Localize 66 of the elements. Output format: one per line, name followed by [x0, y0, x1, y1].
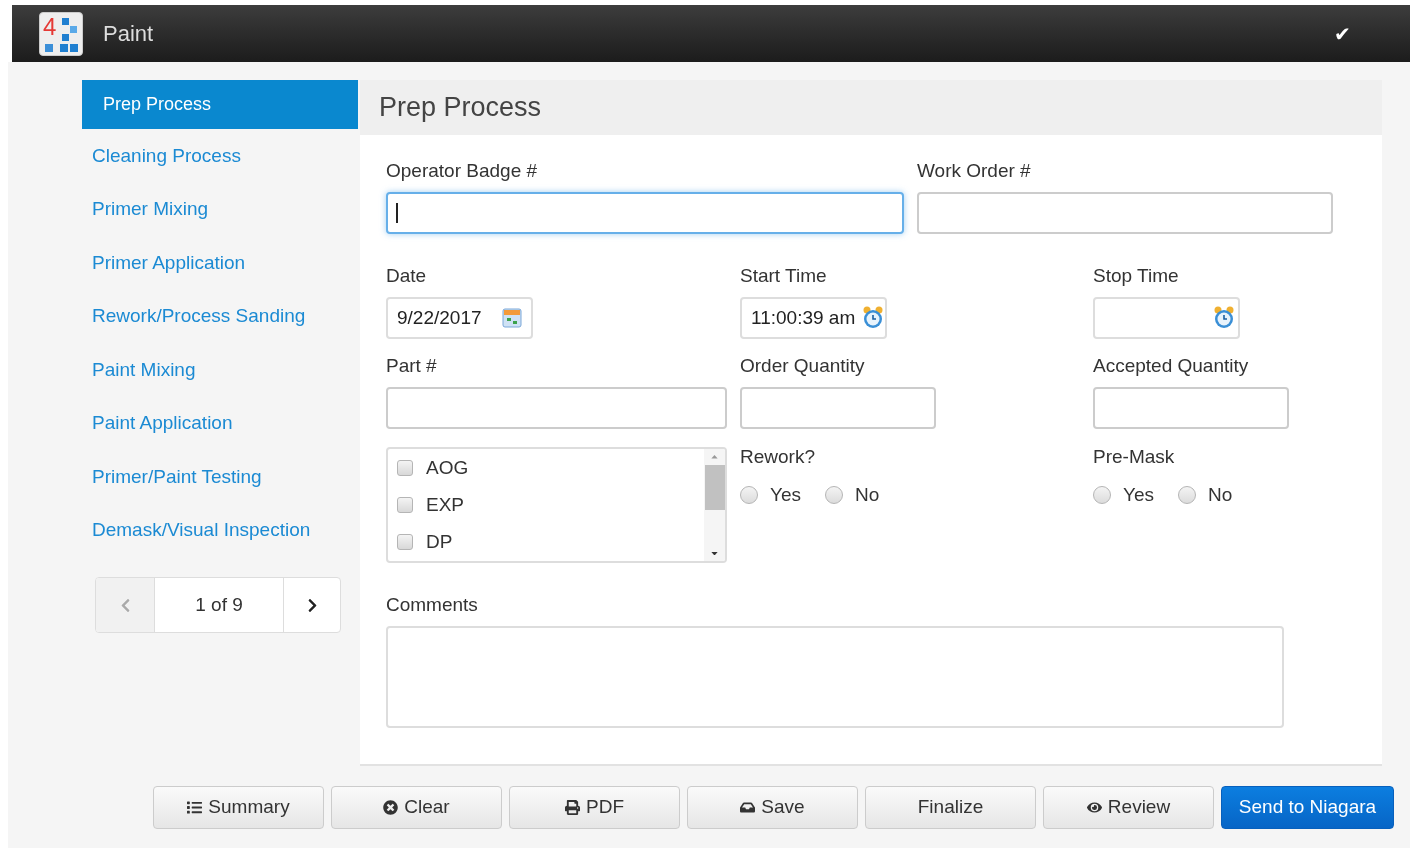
radio-button[interactable] — [1093, 486, 1111, 505]
action-button[interactable]: Send to Niagara — [1221, 786, 1394, 829]
scrollbar[interactable] — [704, 449, 725, 561]
field-label: Work Order # — [917, 161, 1032, 180]
sidebar-item[interactable]: Primer Mixing — [82, 182, 358, 236]
button-icon — [383, 800, 399, 815]
alarm-clock-icon — [1213, 306, 1235, 330]
panel-title: Prep Process — [379, 91, 542, 125]
sidebar-item[interactable]: Cleaning Process — [82, 129, 358, 183]
action-button[interactable]: PDF — [509, 786, 680, 829]
action-button[interactable]: Review — [1043, 786, 1214, 829]
scroll-up-icon[interactable] — [710, 455, 719, 459]
radio-button[interactable] — [1178, 486, 1196, 505]
button-icon — [187, 800, 203, 815]
sidebar-item[interactable]: Demask/Visual Inspection — [82, 503, 358, 557]
time-field[interactable]: 11:00:39 am — [740, 297, 887, 339]
action-button[interactable]: Save — [687, 786, 858, 829]
checkbox[interactable] — [397, 534, 413, 550]
radio-button[interactable] — [825, 486, 843, 505]
input-field[interactable] — [386, 387, 727, 429]
page-indicator: 1 of 9 — [194, 592, 244, 617]
check-icon[interactable]: ✔ — [1334, 18, 1351, 49]
button-icon — [1086, 800, 1102, 815]
app-title: Paint — [103, 20, 154, 48]
sidebar-item[interactable]: Prep Process — [82, 80, 358, 129]
scroll-down-icon[interactable] — [710, 551, 719, 555]
sidebar-item[interactable]: Primer/Paint Testing — [82, 450, 358, 504]
radio-label: Yes — [770, 483, 801, 507]
input-field[interactable] — [740, 387, 936, 429]
sidebar-item[interactable]: Paint Mixing — [82, 343, 358, 397]
sidebar-item[interactable]: Rework/Process Sanding — [82, 289, 358, 343]
field-label: Start Time — [740, 266, 828, 285]
field-label: Accepted Quantity — [1093, 356, 1250, 375]
field-label: Date — [386, 266, 428, 285]
sidebar-item[interactable]: Primer Application — [82, 236, 358, 290]
field-label: Part # — [386, 356, 438, 375]
field-label: Order Quantity — [740, 356, 866, 375]
radio-label: Yes — [1123, 483, 1154, 507]
checkbox[interactable] — [397, 460, 413, 476]
alarm-clock-icon — [862, 306, 884, 330]
radio-button[interactable] — [740, 486, 758, 505]
calendar-icon — [502, 308, 522, 328]
checkbox[interactable] — [397, 497, 413, 513]
button-icon — [740, 800, 756, 815]
date-field[interactable]: 9/22/2017 — [386, 297, 533, 339]
checkbox-label: DP — [426, 529, 453, 554]
action-button[interactable]: Finalize — [865, 786, 1036, 829]
field-label: Operator Badge # — [386, 161, 539, 180]
sidebar-item[interactable]: Paint Application — [82, 396, 358, 450]
time-field[interactable] — [1093, 297, 1240, 339]
field-label: Stop Time — [1093, 266, 1180, 285]
radio-label: No — [1208, 483, 1233, 507]
action-button[interactable]: Clear — [331, 786, 502, 829]
checkbox-label: AOG — [426, 455, 469, 480]
field-label: Rework? — [740, 447, 816, 466]
input-field[interactable] — [386, 192, 904, 234]
field-label: Comments — [386, 595, 479, 614]
comments-field[interactable] — [386, 626, 1284, 728]
input-field[interactable] — [917, 192, 1333, 234]
button-icon — [565, 800, 580, 815]
radio-label: No — [855, 483, 880, 507]
action-button[interactable]: Summary — [153, 786, 324, 829]
app-logo: 4 — [39, 11, 83, 56]
field-label: Pre-Mask — [1093, 447, 1176, 466]
checkbox-label: EXP — [426, 492, 465, 517]
input-field[interactable] — [1093, 387, 1289, 429]
